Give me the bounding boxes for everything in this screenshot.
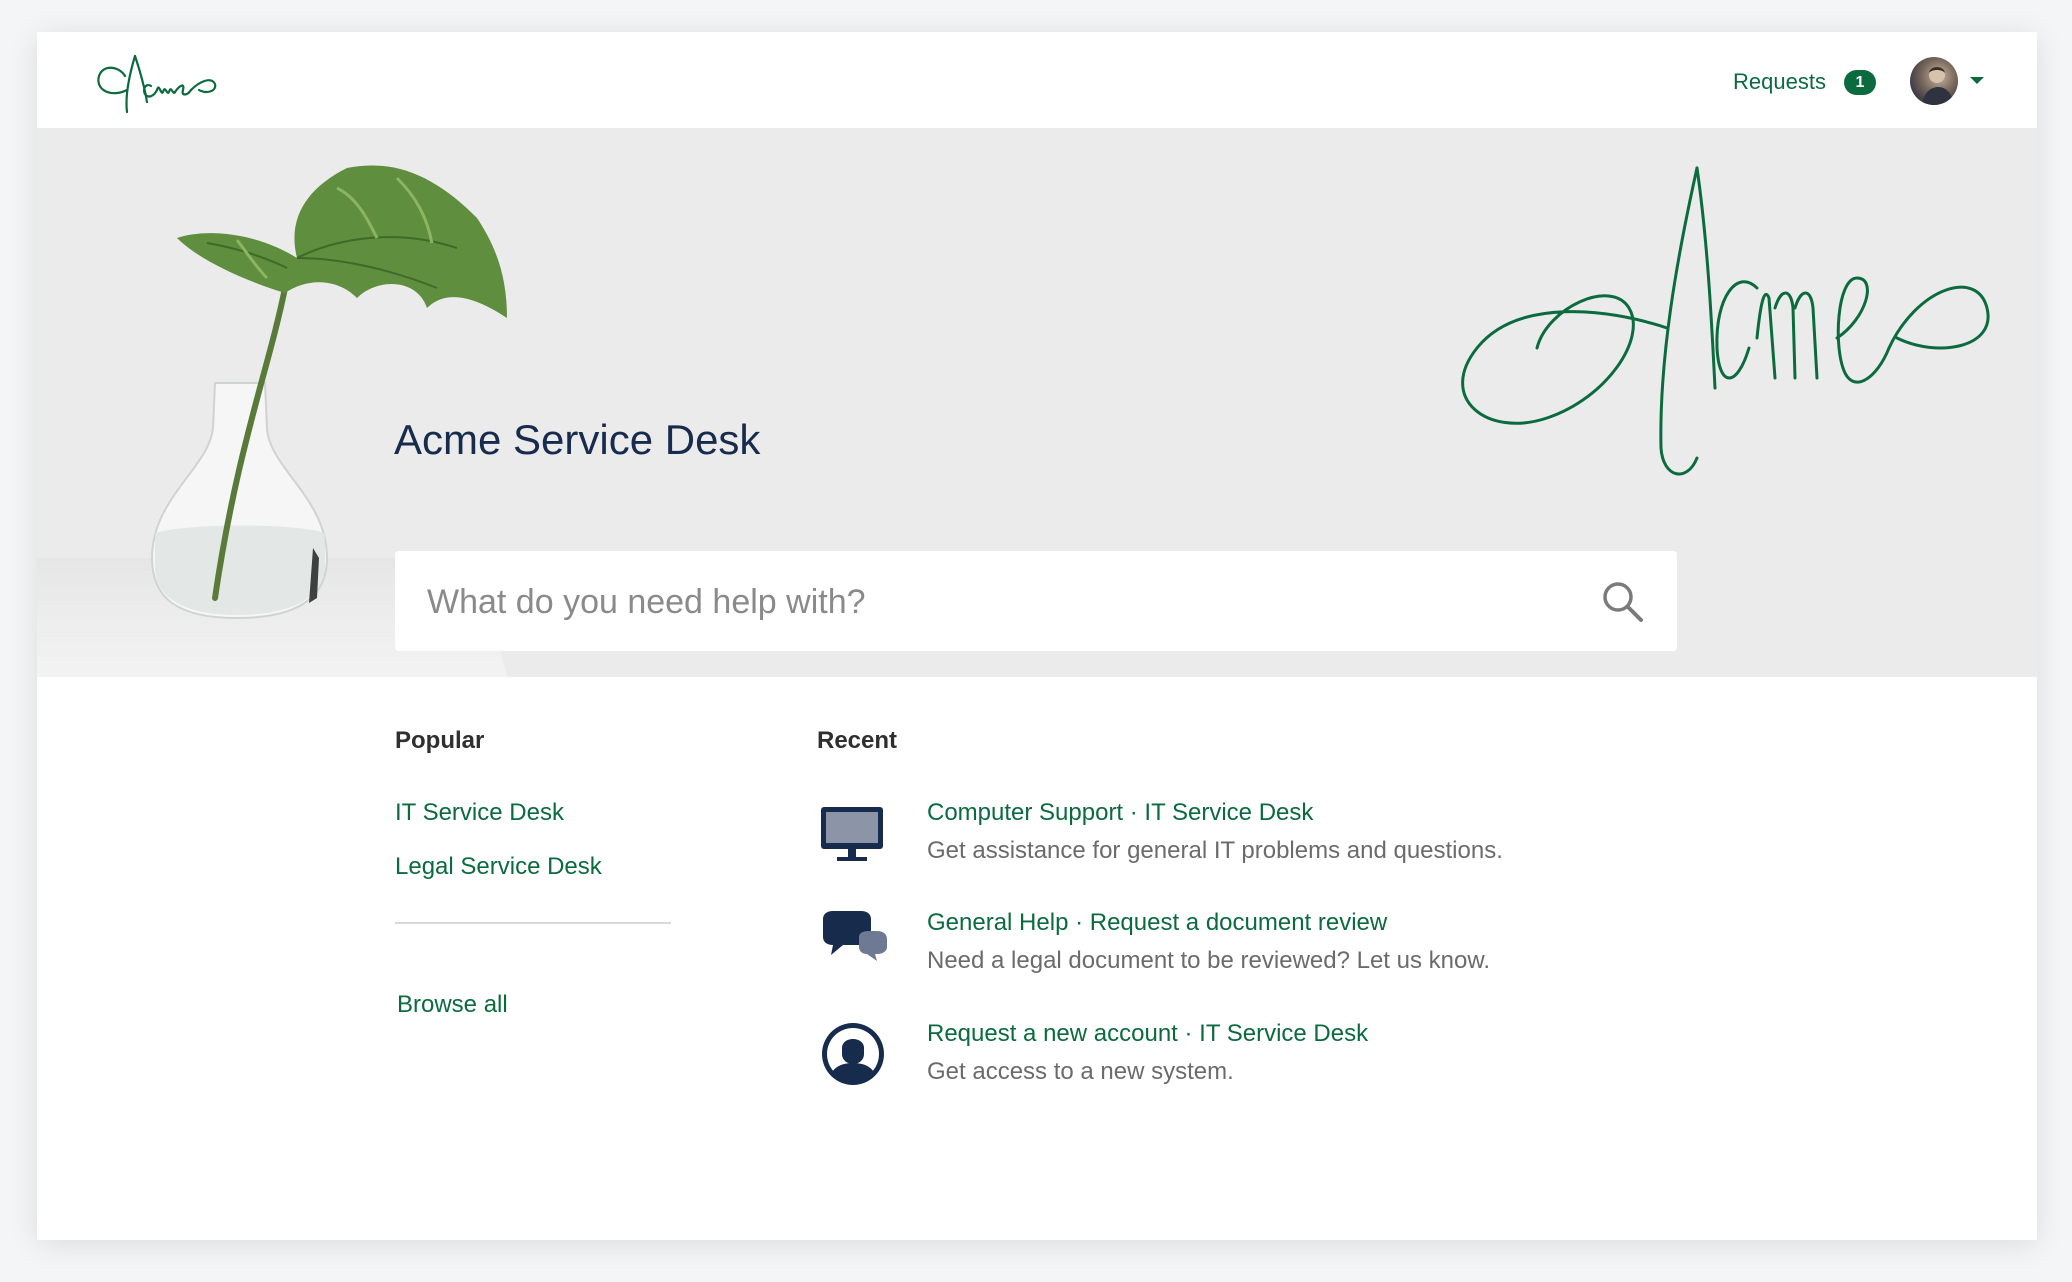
user-avatar-icon[interactable] xyxy=(1910,57,1958,105)
popular-item-it-service-desk[interactable]: IT Service Desk xyxy=(395,797,564,829)
requests-count-badge: 1 xyxy=(1844,70,1876,95)
browse-all-link[interactable]: Browse all xyxy=(397,989,508,1021)
page-title: Acme Service Desk xyxy=(394,416,761,463)
recent-item[interactable]: General Help · Request a document review… xyxy=(817,907,1717,991)
search-icon[interactable] xyxy=(1600,579,1644,623)
recent-item-description: Get assistance for general IT problems a… xyxy=(927,837,1503,864)
recent-item-title[interactable]: General Help · Request a document review xyxy=(927,907,1387,939)
portal-window: Requests 1 Acme Service Desk What do you… xyxy=(37,32,2037,1240)
recent-item[interactable]: Request a new account · IT Service Desk … xyxy=(817,1018,1717,1102)
recent-item-description: Get access to a new system. xyxy=(927,1058,1234,1085)
monitor-icon xyxy=(821,807,883,861)
recent-heading: Recent xyxy=(817,727,898,754)
avatar-silhouette-icon xyxy=(1922,67,1954,105)
recent-item-title[interactable]: Computer Support · IT Service Desk xyxy=(927,797,1313,829)
search-input[interactable] xyxy=(425,551,1579,653)
profile-dropdown-chevron-down-icon[interactable] xyxy=(1969,76,1985,86)
recent-item-title[interactable]: Request a new account · IT Service Desk xyxy=(927,1018,1368,1050)
hero-banner: Acme Service Desk xyxy=(37,128,2037,677)
top-header: Requests 1 xyxy=(37,32,2037,128)
popular-divider xyxy=(395,922,671,924)
requests-link[interactable]: Requests xyxy=(1733,66,1826,98)
chat-bubbles-icon xyxy=(823,911,887,961)
recent-item-description: Need a legal document to be reviewed? Le… xyxy=(927,947,1491,974)
recent-item[interactable]: Computer Support · IT Service Desk Get a… xyxy=(817,797,1717,881)
popular-item-legal-service-desk[interactable]: Legal Service Desk xyxy=(395,851,602,883)
popular-heading: Popular xyxy=(395,727,485,754)
acme-script-wordmark-icon xyxy=(1461,166,1990,476)
user-account-icon xyxy=(822,1023,884,1085)
acme-logo-icon[interactable] xyxy=(91,46,221,116)
search-box xyxy=(395,551,1677,653)
